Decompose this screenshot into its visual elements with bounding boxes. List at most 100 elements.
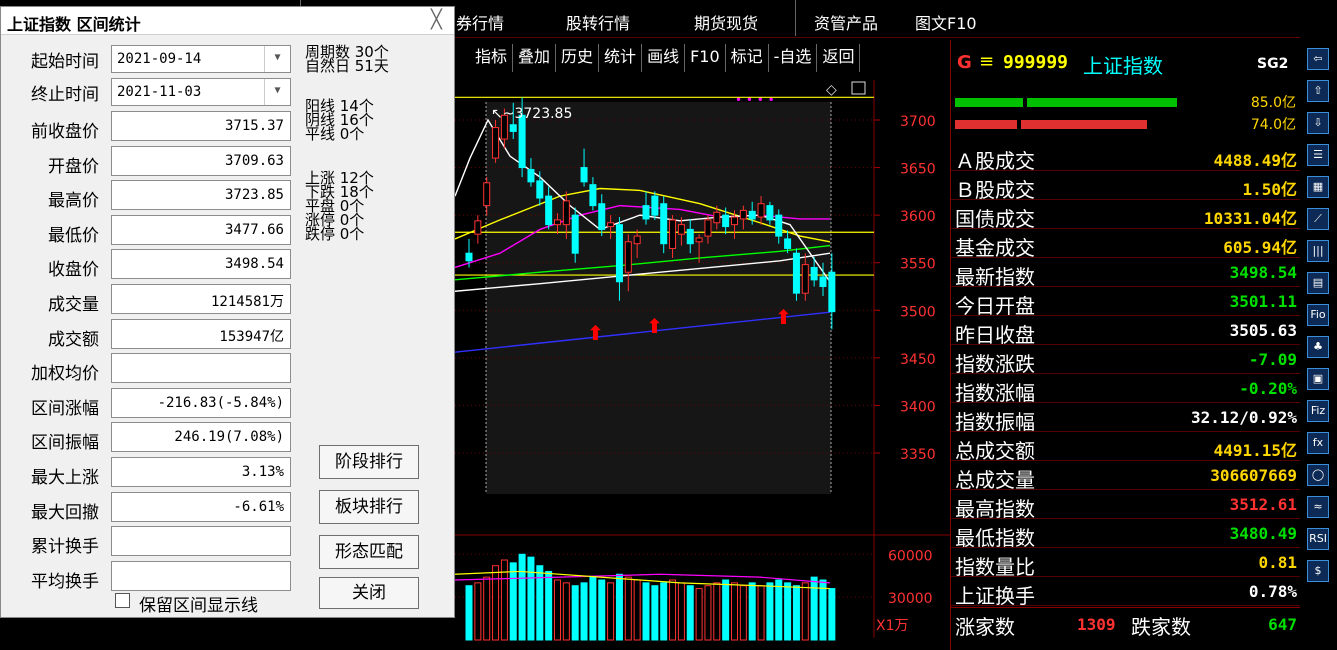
bracket-icon[interactable]: ▣ [1307, 368, 1329, 390]
candle-body [474, 220, 482, 235]
volume-bar [731, 582, 738, 641]
field-value[interactable] [111, 560, 291, 591]
volume-bar [828, 588, 836, 641]
field-value[interactable]: 3477.66 [111, 214, 291, 245]
close-icon[interactable]: ╳ [431, 9, 442, 30]
quote-label: Ｂ股成交 [955, 178, 1035, 202]
quote-label: 总成交量 [955, 468, 1035, 492]
group-label[interactable]: G [957, 52, 972, 73]
sell-volume-bar [1021, 120, 1147, 129]
tree-icon[interactable]: ♣ [1307, 336, 1329, 358]
toolbar-indicator-button[interactable]: 指标 [470, 44, 514, 72]
wave-icon[interactable]: ≈ [1307, 496, 1329, 518]
volume-bar [589, 576, 597, 641]
down-arrow-icon[interactable]: ⇩ [1307, 112, 1329, 134]
line-chart-icon[interactable]: ⟋ [1307, 208, 1329, 230]
left-arrow-icon[interactable]: ⇦ [1307, 48, 1329, 70]
start-date-picker[interactable]: 2021-09-14 ▼ [111, 45, 291, 73]
menu-item-neeq[interactable]: 股转行情 [566, 10, 630, 34]
end-date-picker[interactable]: 2021-11-03 ▼ [111, 78, 291, 106]
pattern-match-button[interactable]: 形态匹配 [319, 535, 419, 569]
buy-volume-bar [955, 98, 1023, 107]
chart-toolbar: 指标 叠加 历史 统计 画线 F10 标记 -自选 返回 [470, 44, 861, 72]
quote-row: Ａ股成交 4488.49亿 [951, 142, 1301, 173]
quote-value: -7.09 [1248, 350, 1297, 369]
sg-badge[interactable]: SG2 [1257, 56, 1288, 72]
field-value[interactable]: 3.13% [111, 457, 291, 487]
chevron-down-icon[interactable]: ▼ [264, 79, 290, 105]
menu-item-f10[interactable]: 图文F10 [915, 10, 977, 34]
grid-icon[interactable]: ▦ [1307, 176, 1329, 198]
chevron-down-icon[interactable]: ▼ [264, 46, 290, 72]
quote-value: 0.81 [1258, 553, 1297, 572]
field-value[interactable]: 1214581万 [111, 284, 291, 314]
quote-row: 国债成交 10331.04亿 [951, 200, 1301, 231]
candle-body [518, 114, 526, 169]
candle-body [615, 224, 623, 283]
candle-body [801, 264, 809, 294]
volume-bar [518, 553, 526, 641]
money-icon[interactable]: $ [1307, 560, 1329, 582]
up-arrow-icon[interactable]: ⇧ [1307, 80, 1329, 102]
field-label: 区间振幅 [31, 433, 99, 454]
toolbar-draw-button[interactable]: 画线 [642, 44, 686, 72]
menu-icon[interactable]: ≡ [979, 51, 994, 72]
candle-body [607, 222, 615, 228]
quote-row: 最高指数 3512.61 [951, 490, 1301, 521]
diamond-icon[interactable]: ◇ [826, 82, 837, 98]
quote-row: 上证换手 0.78% [951, 577, 1301, 608]
field-value[interactable]: -6.61% [111, 491, 291, 522]
stat-text: 自然日 51天 [305, 57, 389, 75]
window-toggle-icon[interactable] [851, 81, 866, 95]
field-value[interactable]: 3498.54 [111, 249, 291, 280]
toolbar-back-button[interactable]: 返回 [817, 44, 861, 72]
field-value[interactable]: 153947亿 [111, 318, 291, 349]
rsi-icon[interactable]: RSI [1307, 528, 1329, 550]
volume-bars [454, 553, 836, 641]
index-code: 999999 [1003, 52, 1069, 73]
volume-bar [748, 582, 756, 641]
field-label: 成交量 [48, 295, 99, 315]
field-value[interactable] [111, 353, 291, 384]
dialog-title-bar[interactable]: 上证指数 区间统计 ╳ [1, 7, 454, 35]
volume-bar [545, 570, 553, 641]
list-icon[interactable]: ☰ [1307, 144, 1329, 166]
field-value[interactable]: 246.19(7.08%) [111, 422, 291, 453]
fiz-icon[interactable]: Fiz [1307, 400, 1329, 422]
f10-doc-icon[interactable]: ▤ [1307, 272, 1329, 294]
volume-bar [651, 585, 659, 641]
toolbar-mark-button[interactable]: 标记 [726, 44, 769, 72]
candle-body [757, 203, 765, 218]
candle-body [509, 124, 517, 132]
toolbar-overlay-button[interactable]: 叠加 [513, 44, 557, 72]
menu-item-securities[interactable]: 券行情 [456, 10, 504, 34]
field-value[interactable] [111, 526, 291, 557]
circle-icon[interactable]: ◯ [1307, 464, 1329, 486]
quote-label: 指数涨跌 [955, 352, 1035, 376]
keep-range-checkbox[interactable] [115, 593, 130, 608]
tool-icon-column: ⇦ ⇧ ⇩ ☰ ▦ ⟋ ||| ▤ Fio ♣ ▣ Fiz fx ◯ ≈ RSI $ [1300, 40, 1337, 650]
close-button[interactable]: 关闭 [319, 577, 419, 609]
toolbar-f10-button[interactable]: F10 [685, 44, 726, 72]
sector-ranking-button[interactable]: 板块排行 [319, 490, 419, 524]
fx-icon[interactable]: fx [1307, 432, 1329, 454]
toolbar-stats-button[interactable]: 统计 [599, 44, 643, 72]
menu-item-futures[interactable]: 期货现货 [694, 10, 758, 34]
volume-axis-label: 30000 [888, 591, 933, 607]
field-label: 加权均价 [31, 364, 99, 385]
field-value[interactable]: 3709.63 [111, 145, 291, 176]
menu-item-asset-mgmt[interactable]: 资管产品 [814, 10, 878, 34]
quote-row: 总成交量 306607669 [951, 461, 1301, 492]
toolbar-watchlist-button[interactable]: -自选 [769, 44, 818, 72]
quote-value: 32.12/0.92% [1191, 408, 1297, 427]
volume-bar [527, 556, 535, 641]
toolbar-history-button[interactable]: 历史 [556, 44, 600, 72]
stage-ranking-button[interactable]: 阶段排行 [319, 445, 419, 479]
candle-icon[interactable]: ||| [1307, 240, 1329, 262]
buy-volume-bar [1027, 98, 1177, 107]
field-value[interactable]: -216.83(-5.84%) [111, 387, 291, 418]
candle-body [669, 219, 677, 249]
field-value[interactable]: 3715.37 [111, 111, 291, 141]
fio-icon[interactable]: Fio [1307, 304, 1329, 326]
field-value[interactable]: 3723.85 [111, 180, 291, 211]
